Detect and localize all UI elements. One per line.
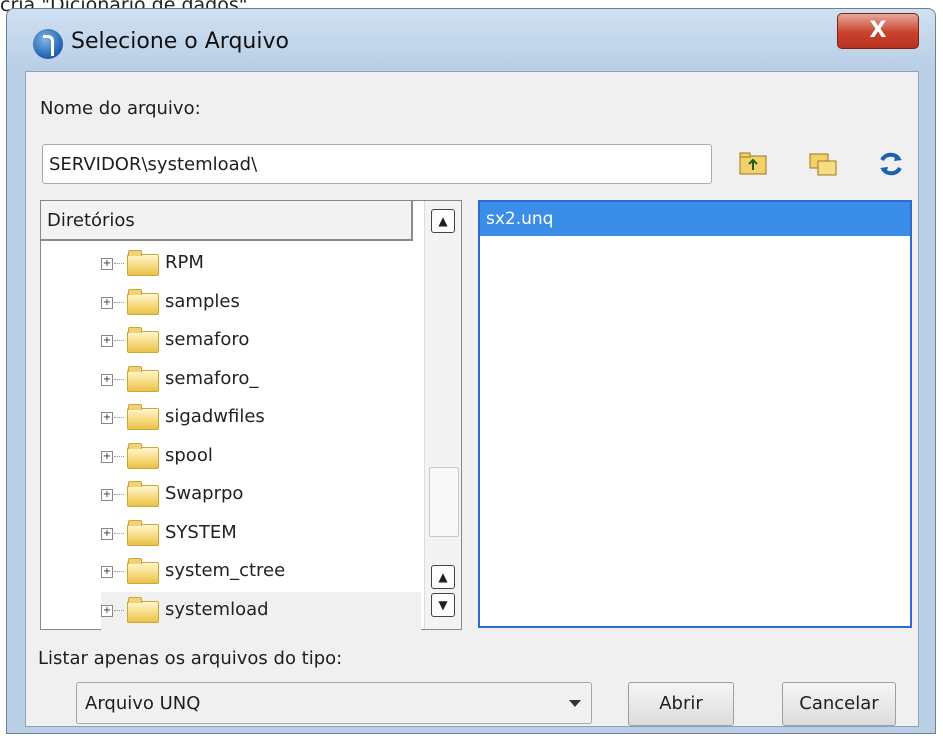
expand-icon[interactable]: + [101,412,113,424]
expand-icon[interactable]: + [101,450,113,463]
expand-icon[interactable]: + [101,335,113,347]
scroll-thumb[interactable] [429,467,459,537]
expand-icon[interactable]: + [101,258,113,270]
folder-icon [127,519,159,546]
tree-item-selected[interactable]: + systemload [101,591,421,630]
folder-icon [127,404,159,430]
refresh-icon[interactable] [874,148,908,180]
tree-item[interactable]: + semaforo_ [101,361,421,400]
tree-item[interactable]: + system_ctree [101,553,421,592]
file-item[interactable]: sx2.unq [480,202,910,236]
scroll-down-button[interactable]: ▼ [431,593,455,617]
expand-icon[interactable]: + [101,566,113,578]
dialog-body: Nome do arquivo: SERVIDOR\systemload\ Di… [25,71,919,727]
tree-item[interactable]: + RPM [101,245,421,284]
app-logo-icon [33,29,63,59]
directory-tree: + RPM + samples + semaforo + semaforo_ + siga… [101,245,421,630]
close-button[interactable]: X [837,13,919,49]
folder-icon [127,288,159,315]
expand-icon[interactable]: + [101,489,113,501]
filter-label: Listar apenas os arquivos do tipo: [38,648,343,669]
folder-icon [127,596,159,623]
scroll-up-button[interactable]: ▲ [431,209,455,233]
folder-icon [127,558,159,584]
copy-folder-icon[interactable] [806,148,840,180]
directory-scrollbar[interactable]: ▲ ▲ ▼ [424,201,461,629]
cancel-button[interactable]: Cancelar [782,682,896,726]
file-dialog: Selecione o Arquivo X Nome do arquivo: S… [6,8,936,734]
open-button[interactable]: Abrir [628,682,734,726]
folder-icon [127,442,159,469]
folder-icon [127,327,159,353]
title-bar[interactable]: Selecione o Arquivo X [7,9,935,71]
window-title: Selecione o Arquivo [71,29,289,54]
file-type-value: Arquivo UNQ [85,693,201,714]
file-list-pane: sx2.unq [478,200,912,628]
chevron-down-icon[interactable] [569,700,581,707]
tree-item[interactable]: + SYSTEM [101,515,421,554]
filename-label: Nome do arquivo: [40,98,201,119]
expand-icon[interactable]: + [101,373,113,386]
scroll-up-button-lower[interactable]: ▲ [431,565,455,589]
expand-icon[interactable]: + [101,527,113,540]
folder-icon [127,481,159,507]
expand-icon[interactable]: + [101,296,113,309]
directories-header[interactable]: Diretórios [41,201,413,241]
filename-input[interactable]: SERVIDOR\systemload\ [42,144,712,184]
tree-item[interactable]: + Swaprpo [101,476,421,515]
tree-item[interactable]: + semaforo [101,322,421,361]
tree-item[interactable]: + sigadwfiles [101,399,421,438]
folder-icon [127,250,159,276]
directory-tree-pane: Diretórios + RPM + samples + semaforo + sema… [40,200,462,630]
tree-item[interactable]: + spool [101,438,421,477]
tree-item[interactable]: + samples [101,284,421,323]
file-type-select[interactable]: Arquivo UNQ [76,682,592,724]
folder-up-icon[interactable] [736,148,770,180]
expand-icon[interactable]: + [101,604,113,617]
folder-icon [127,365,159,392]
